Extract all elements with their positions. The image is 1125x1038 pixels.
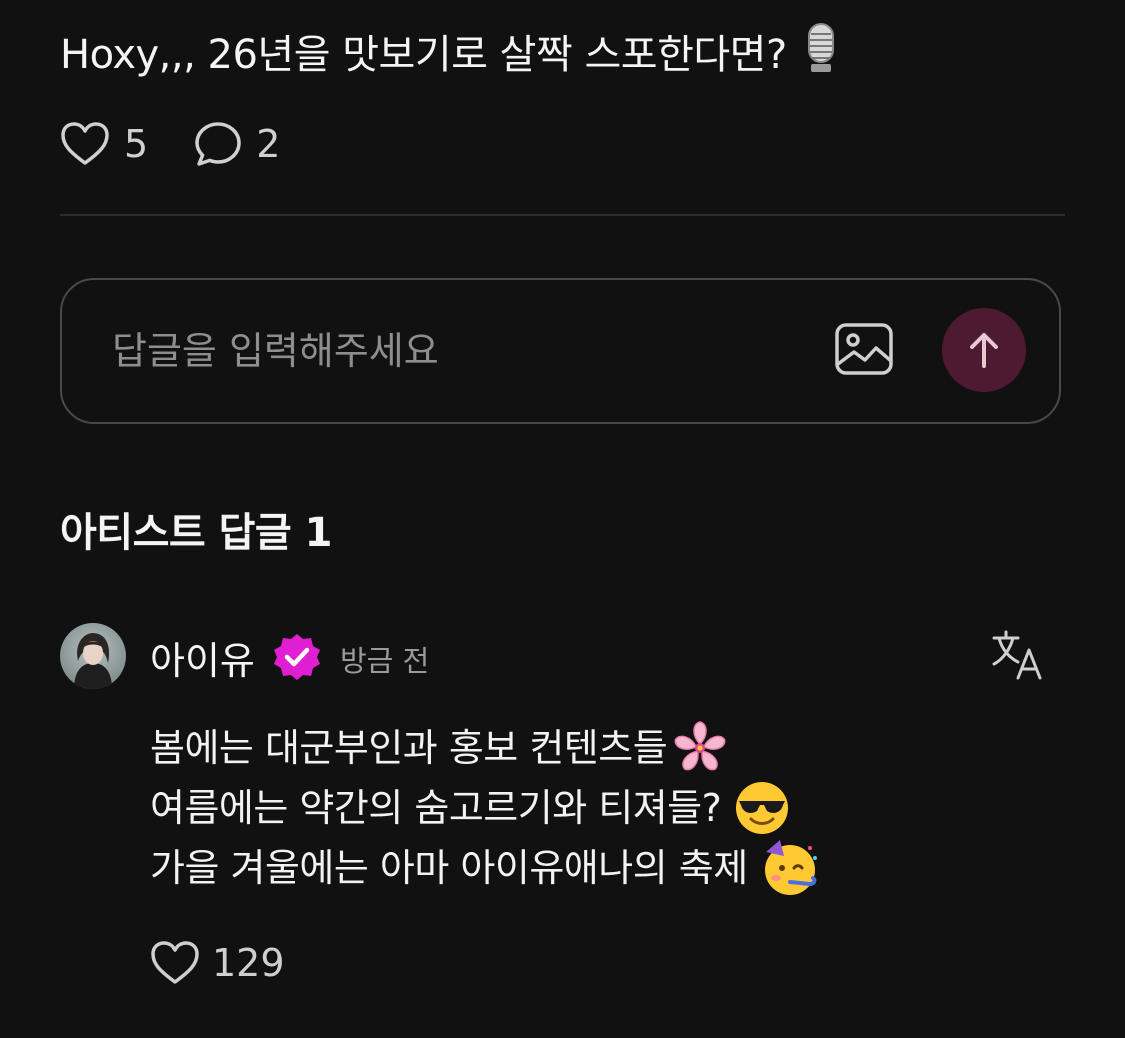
comment-line-text: 가을 겨울에는 아마 아이유애나의 축제	[150, 846, 748, 890]
avatar[interactable]	[60, 623, 126, 689]
like-button[interactable]: 5	[60, 121, 148, 167]
speech-bubble-icon	[195, 122, 241, 166]
post-text: Hoxy,,, 26년을 맛보기로 살짝 스포한다면?	[60, 22, 841, 83]
heart-outline-icon	[61, 122, 109, 165]
reply-box	[60, 278, 1061, 424]
cherry-blossom-icon	[674, 721, 726, 771]
avatar-photo	[60, 623, 126, 689]
translate-button[interactable]	[990, 628, 1046, 684]
post-stats: 5 2	[60, 118, 326, 170]
artist-replies-title: 아티스트 답글 1	[60, 510, 332, 556]
sunglasses-face-icon	[736, 782, 789, 834]
heart-outline-icon	[151, 941, 199, 984]
comment-line: 가을 겨울에는 아마 아이유애나의 축제	[150, 838, 820, 898]
microphone-icon	[807, 23, 834, 72]
reply-input[interactable]	[110, 320, 814, 382]
comment-body: 봄에는 대군부인과 홍보 컨텐츠들 여름에는 약간의 숨고르기와 티져들? 가을…	[150, 718, 820, 898]
divider	[60, 214, 1065, 216]
comment-like-count: 129	[212, 941, 285, 985]
like-count: 5	[124, 122, 149, 166]
attach-image-button[interactable]	[834, 322, 894, 378]
send-button[interactable]	[942, 308, 1026, 392]
comment-line-text: 봄에는 대군부인과 홍보 컨텐츠들	[150, 726, 668, 770]
author-name[interactable]: 아이유	[150, 630, 255, 685]
comment-button[interactable]: 2	[194, 120, 280, 168]
verified-badge-icon	[272, 632, 322, 682]
image-icon	[835, 323, 893, 375]
partying-face-icon	[764, 840, 817, 895]
comment-count: 2	[256, 122, 281, 166]
post-text-content: Hoxy,,, 26년을 맛보기로 살짝 스포한다면?	[60, 32, 787, 78]
comment-like-button[interactable]: 129	[150, 936, 285, 990]
comment-line: 봄에는 대군부인과 홍보 컨텐츠들	[150, 718, 820, 778]
comment-timestamp: 방금 전	[340, 644, 430, 678]
comment-line: 여름에는 약간의 숨고르기와 티져들?	[150, 778, 820, 838]
arrow-up-icon	[970, 333, 998, 368]
translate-icon	[992, 630, 1042, 680]
comment-line-text: 여름에는 약간의 숨고르기와 티져들?	[150, 786, 722, 830]
